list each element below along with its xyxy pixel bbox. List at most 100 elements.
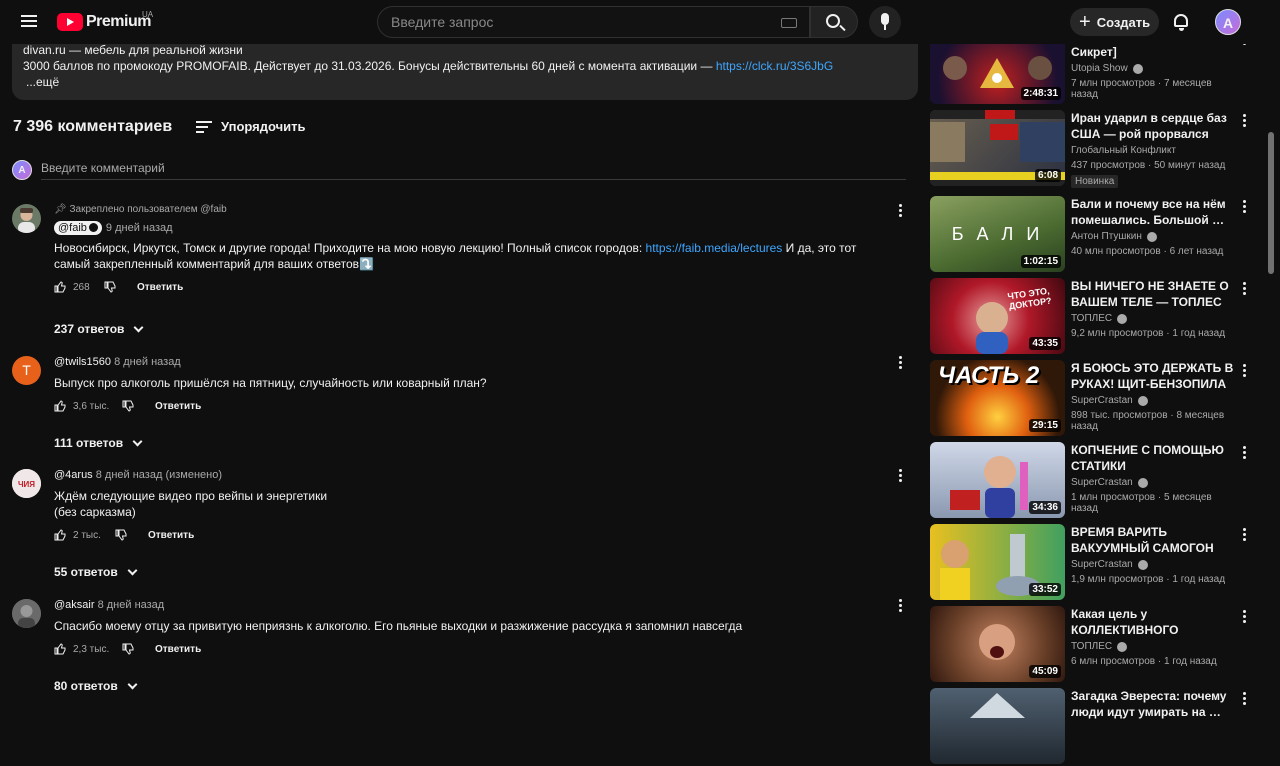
- comment-time[interactable]: 8 дней назад: [98, 599, 165, 611]
- like-count: 2 тыс.: [73, 530, 101, 541]
- lectures-link[interactable]: https://faib.media/lectures: [646, 241, 783, 255]
- more-actions-icon[interactable]: [899, 599, 903, 613]
- comment-author[interactable]: @twils1560: [54, 356, 111, 368]
- comment-author[interactable]: @aksair: [54, 599, 95, 611]
- video-channel[interactable]: ТОПЛЕС: [1071, 641, 1241, 652]
- video-channel[interactable]: ТОПЛЕС: [1071, 313, 1241, 324]
- like-icon[interactable]: [54, 643, 66, 655]
- author-chip[interactable]: @faib: [54, 221, 102, 235]
- add-comment-input[interactable]: Введите комментарий: [41, 161, 165, 175]
- account-avatar[interactable]: A: [1215, 9, 1241, 35]
- video-thumbnail[interactable]: ЧТО ЭТО, ДОКТОР? 43:35: [930, 278, 1065, 354]
- related-video-item[interactable]: 33:52 ВРЕМЯ ВАРИТЬ ВАКУУМНЫЙ САМОГОН Sup…: [930, 524, 1260, 602]
- comment-author[interactable]: @4arus: [54, 469, 93, 481]
- video-channel[interactable]: Антон Птушкин: [1071, 231, 1241, 242]
- voice-search-button[interactable]: [869, 6, 901, 38]
- thumbnail-text: ЧАСТЬ 2: [938, 362, 1040, 389]
- search-input[interactable]: [391, 14, 771, 30]
- more-actions-icon[interactable]: [1243, 528, 1247, 542]
- page-scrollbar[interactable]: [1268, 132, 1274, 274]
- video-channel[interactable]: Utopia Show: [1071, 63, 1241, 74]
- verified-icon: [1117, 641, 1128, 652]
- show-more-button[interactable]: ...ещё: [26, 74, 907, 90]
- video-title[interactable]: Я БОЮСЬ ЭТО ДЕРЖАТЬ В РУКАХ! ЩИТ-БЕНЗОПИ…: [1071, 360, 1241, 392]
- video-thumbnail[interactable]: 6:08: [930, 110, 1065, 186]
- video-title[interactable]: ВРЕМЯ ВАРИТЬ ВАКУУМНЫЙ САМОГОН: [1071, 524, 1241, 556]
- avatar[interactable]: [12, 204, 41, 233]
- create-button[interactable]: + Создать: [1070, 8, 1159, 36]
- reply-button[interactable]: Ответить: [148, 530, 194, 541]
- avatar[interactable]: T: [12, 356, 41, 385]
- related-video-item[interactable]: ЧТО ЭТО, ДОКТОР? 43:35 ВЫ НИЧЕГО НЕ ЗНАЕ…: [930, 278, 1260, 356]
- more-actions-icon[interactable]: [1243, 610, 1247, 624]
- dislike-icon[interactable]: [104, 281, 116, 293]
- reply-button[interactable]: Ответить: [155, 401, 201, 412]
- video-thumbnail[interactable]: 33:52: [930, 524, 1065, 600]
- comment-time[interactable]: 9 дней назад: [106, 222, 173, 234]
- more-actions-icon[interactable]: [1243, 200, 1247, 214]
- verified-icon: [1137, 559, 1148, 570]
- keyboard-icon[interactable]: [781, 18, 797, 28]
- video-thumbnail[interactable]: ЧАСТЬ 2 29:15: [930, 360, 1065, 436]
- video-thumbnail[interactable]: Б А Л И 1:02:15: [930, 196, 1065, 272]
- comment-time[interactable]: 8 дней назад: [114, 356, 181, 368]
- reply-button[interactable]: Ответить: [137, 282, 183, 293]
- video-thumbnail[interactable]: 45:09: [930, 606, 1065, 682]
- more-actions-icon[interactable]: [1243, 282, 1247, 296]
- comment-meta: @faib 9 дней назад: [54, 221, 894, 237]
- dislike-icon[interactable]: [122, 643, 134, 655]
- video-title[interactable]: ВЫ НИЧЕГО НЕ ЗНАЕТЕ О ВАШЕМ ТЕЛЕ — ТОПЛЕ…: [1071, 278, 1241, 310]
- related-video-item[interactable]: Б А Л И 1:02:15 Бали и почему все на нём…: [930, 196, 1260, 274]
- more-actions-icon[interactable]: [899, 356, 903, 370]
- avatar[interactable]: ЧИЯ: [12, 469, 41, 498]
- comment-actions: 3,6 тыс. Ответить: [54, 397, 894, 417]
- avatar[interactable]: [12, 599, 41, 628]
- menu-icon[interactable]: [19, 12, 39, 32]
- video-title[interactable]: Какая цель у КОЛЛЕКТИВНОГО СОЗНАНИ…: [1071, 606, 1241, 638]
- comment-actions: 268 Ответить: [54, 278, 894, 298]
- like-icon[interactable]: [54, 281, 66, 293]
- related-video-item[interactable]: ЧАСТЬ 2 29:15 Я БОЮСЬ ЭТО ДЕРЖАТЬ В РУКА…: [930, 360, 1260, 438]
- show-replies-button[interactable]: 55 ответов: [54, 565, 138, 579]
- more-actions-icon[interactable]: [1243, 446, 1247, 460]
- add-comment-box: A Введите комментарий: [12, 158, 906, 180]
- country-code: UA: [142, 10, 154, 19]
- video-title[interactable]: КОПЧЕНИЕ С ПОМОЩЬЮ СТАТИКИ: [1071, 442, 1241, 474]
- more-actions-icon[interactable]: [1243, 114, 1247, 128]
- video-channel[interactable]: Глобальный Конфликт: [1071, 145, 1241, 156]
- related-video-item[interactable]: 6:08 Иран ударил в сердце баз США — рой …: [930, 110, 1260, 188]
- promo-link[interactable]: https://clck.ru/3S6JbG: [716, 59, 833, 73]
- related-video-item[interactable]: 34:36 КОПЧЕНИЕ С ПОМОЩЬЮ СТАТИКИ SuperCr…: [930, 442, 1260, 520]
- youtube-premium-logo[interactable]: Premium UA: [57, 10, 154, 31]
- video-channel[interactable]: SuperCrastan: [1071, 477, 1241, 488]
- related-video-item[interactable]: Загадка Эвереста: почему люди идут умира…: [930, 688, 1260, 766]
- show-replies-button[interactable]: 237 ответов: [54, 322, 144, 336]
- video-duration: 1:02:15: [1020, 255, 1061, 268]
- video-description[interactable]: divan.ru — мебель для реальной жизни 300…: [12, 40, 918, 100]
- more-actions-icon[interactable]: [1243, 364, 1247, 378]
- comment-time[interactable]: 8 дней назад (изменено): [96, 469, 222, 481]
- video-title[interactable]: Загадка Эвереста: почему люди идут умира…: [1071, 688, 1241, 720]
- dislike-icon[interactable]: [122, 400, 134, 412]
- like-icon[interactable]: [54, 400, 66, 412]
- sort-button[interactable]: Упорядочить: [196, 119, 306, 134]
- related-video-item[interactable]: 45:09 Какая цель у КОЛЛЕКТИВНОГО СОЗНАНИ…: [930, 606, 1260, 684]
- video-title[interactable]: Иран ударил в сердце баз США — рой прорв…: [1071, 110, 1241, 142]
- show-replies-button[interactable]: 80 ответов: [54, 679, 138, 693]
- more-actions-icon[interactable]: [899, 469, 903, 483]
- video-channel[interactable]: SuperCrastan: [1071, 395, 1241, 406]
- notifications-bell-icon[interactable]: [1172, 12, 1190, 32]
- video-thumbnail[interactable]: 34:36: [930, 442, 1065, 518]
- dislike-icon[interactable]: [115, 529, 127, 541]
- video-title[interactable]: Бали и почему все на нём помешались. Бол…: [1071, 196, 1241, 228]
- video-channel[interactable]: SuperCrastan: [1071, 559, 1241, 570]
- more-actions-icon[interactable]: [1243, 692, 1247, 706]
- like-icon[interactable]: [54, 529, 66, 541]
- video-thumbnail[interactable]: [930, 688, 1065, 764]
- comment-item: ЧИЯ @4arus 8 дней назад (изменено) Ждём …: [12, 469, 912, 587]
- reply-button[interactable]: Ответить: [155, 644, 201, 655]
- search-button[interactable]: [810, 6, 858, 38]
- more-actions-icon[interactable]: [899, 204, 903, 218]
- like-count: 2,3 тыс.: [73, 644, 110, 655]
- show-replies-button[interactable]: 111 ответов: [54, 436, 143, 450]
